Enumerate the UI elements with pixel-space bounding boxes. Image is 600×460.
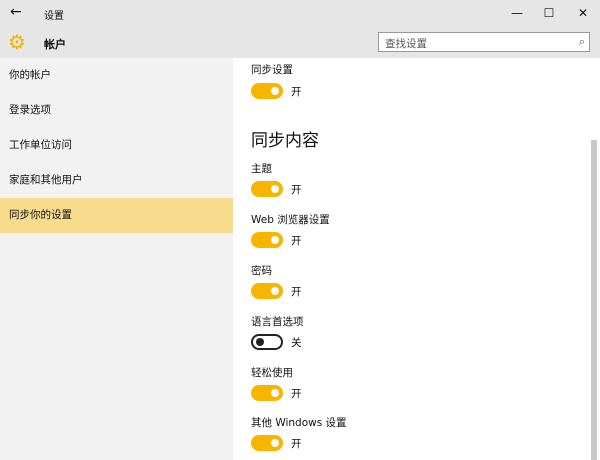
sync-settings-label: 同步设置 <box>251 64 293 76</box>
sidebar: 你的帐户 登录选项 工作单位访问 家庭和其他用户 同步你的设置 <box>0 58 233 460</box>
gear-icon: ⚙ <box>8 30 26 54</box>
sync-settings-toggle[interactable] <box>251 83 283 99</box>
page-title: 帐户 <box>44 38 66 51</box>
sidebar-item-work-access[interactable]: 工作单位访问 <box>0 128 233 163</box>
section-heading: 同步内容 <box>251 131 319 151</box>
other-settings-toggle[interactable] <box>251 435 283 451</box>
ease-of-access-label: 轻松使用 <box>251 367 293 379</box>
toggle-state: 开 <box>291 184 302 196</box>
toggle-state: 开 <box>291 438 302 450</box>
language-toggle[interactable] <box>251 334 283 350</box>
search-placeholder: 查找设置 <box>385 38 427 50</box>
passwords-label: 密码 <box>251 265 272 277</box>
back-button[interactable]: ← <box>10 4 22 20</box>
toggle-state: 开 <box>291 286 302 298</box>
sidebar-item-your-account[interactable]: 你的帐户 <box>0 58 233 93</box>
header: ⚙ 帐户 查找设置 ⌕ <box>0 28 600 58</box>
sidebar-item-family[interactable]: 家庭和其他用户 <box>0 163 233 198</box>
sidebar-item-sync-settings[interactable]: 同步你的设置 <box>0 198 233 233</box>
toggle-state: 关 <box>291 337 302 349</box>
title-bar: ← 设置 — ☐ ✕ <box>0 0 600 28</box>
theme-toggle[interactable] <box>251 181 283 197</box>
toggle-state: 开 <box>291 388 302 400</box>
toggle-state: 开 <box>291 235 302 247</box>
scrollbar[interactable] <box>591 140 597 460</box>
close-button[interactable]: ✕ <box>568 3 598 23</box>
maximize-button[interactable]: ☐ <box>534 3 564 23</box>
browser-label: Web 浏览器设置 <box>251 214 330 226</box>
minimize-button[interactable]: — <box>502 3 532 23</box>
other-settings-label: 其他 Windows 设置 <box>251 417 347 429</box>
ease-of-access-toggle[interactable] <box>251 385 283 401</box>
content: 同步设置 开 同步内容 主题 开 Web 浏览器设置 开 密码 开 语言首选项 … <box>233 58 600 460</box>
search-input[interactable]: 查找设置 ⌕ <box>378 32 590 52</box>
passwords-toggle[interactable] <box>251 283 283 299</box>
sidebar-item-sign-in-options[interactable]: 登录选项 <box>0 93 233 128</box>
theme-label: 主题 <box>251 163 272 175</box>
browser-toggle[interactable] <box>251 232 283 248</box>
search-icon[interactable]: ⌕ <box>579 35 585 49</box>
window-title: 设置 <box>44 11 64 22</box>
toggle-state: 开 <box>291 86 302 98</box>
language-label: 语言首选项 <box>251 316 304 328</box>
